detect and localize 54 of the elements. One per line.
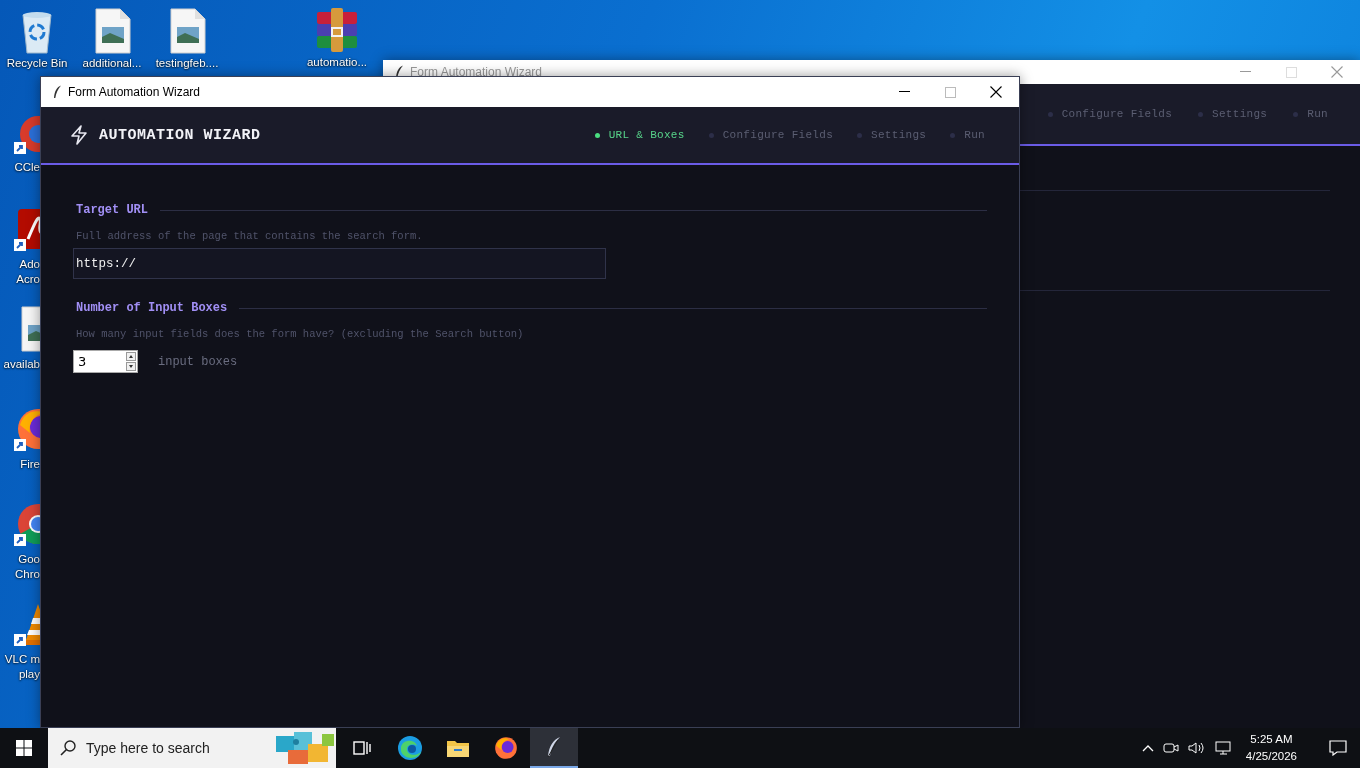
feather-icon [53, 85, 62, 99]
wizard-step[interactable]: URL & Boxes [594, 129, 685, 141]
unit-label: input boxes [158, 354, 238, 369]
browser-icon [397, 735, 423, 761]
url-field[interactable]: https:// [73, 248, 606, 279]
hint-text: Full address of the page that contains the search form. [76, 230, 424, 242]
chevron-up-icon[interactable] [1141, 744, 1154, 752]
maximize-icon [944, 86, 956, 98]
wizard-step[interactable]: Settings [857, 129, 927, 141]
camera-icon[interactable] [1162, 741, 1179, 755]
wizard-step[interactable]: Configure Fields [1047, 108, 1173, 120]
clock[interactable]: 5:25 AM 4/25/2026 [1245, 731, 1297, 765]
puzzle-icon [274, 730, 336, 766]
windows-icon [16, 740, 32, 756]
taskbar-app[interactable] [530, 728, 578, 768]
wizard-step[interactable]: Configure Fields [708, 129, 834, 141]
feather-icon [545, 736, 563, 758]
app-title: AUTOMATION WIZARD [99, 126, 261, 144]
minimize-icon [898, 91, 910, 93]
maximize-icon [1285, 66, 1297, 78]
task-view-icon [353, 740, 371, 756]
feather-icon [395, 65, 404, 79]
wizard-step[interactable]: Settings [1198, 108, 1268, 120]
search-icon [60, 740, 76, 756]
icon-label: availab [3, 357, 40, 372]
down-arrow-icon[interactable] [126, 362, 136, 371]
window-title: Form Automation Wizard [410, 65, 544, 79]
icon-label: Recycle Bin [6, 56, 68, 71]
hint-text: How many input fields does the form have? (excluding the Search button) [76, 328, 525, 340]
icon-label: automatio... [306, 55, 368, 70]
icon-label: testingfeb.... [155, 56, 219, 71]
icon-label: Goo Chro [15, 552, 40, 582]
search-field[interactable]: Type here to search [48, 728, 336, 768]
section-title: Target URL [76, 203, 148, 217]
lightning-icon [69, 125, 89, 145]
icon-label: Fire [20, 457, 40, 472]
number-spinner[interactable]: 3 [73, 350, 138, 373]
icon-label: additional... [82, 56, 142, 71]
icon-label: VLC m play [4, 652, 40, 682]
wizard-step[interactable]: Run [950, 129, 985, 141]
notification-icon[interactable] [1329, 740, 1347, 756]
close-icon [990, 86, 1002, 98]
window-title: Form Automation Wizard [68, 85, 202, 99]
close-icon [1331, 66, 1343, 78]
icon-label: CCle [14, 160, 40, 175]
up-arrow-icon[interactable] [126, 352, 136, 361]
folder-icon [446, 738, 470, 758]
browser-icon [493, 735, 519, 761]
speaker-icon[interactable] [1187, 741, 1206, 755]
icon-label: Ado Acro [16, 257, 40, 287]
section-title: Number of Input Boxes [76, 301, 228, 315]
network-icon[interactable] [1214, 741, 1233, 755]
wizard-step[interactable]: Run [1293, 108, 1328, 120]
minimize-icon [1239, 71, 1251, 73]
